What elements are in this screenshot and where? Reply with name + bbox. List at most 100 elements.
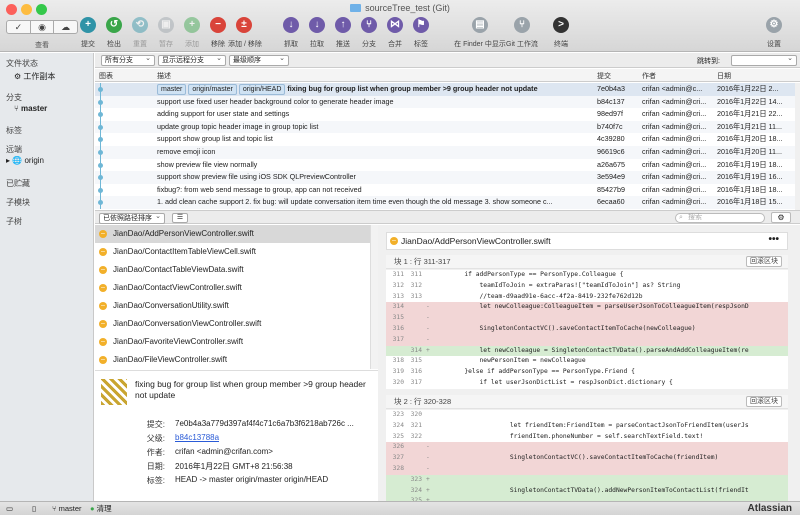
file-item[interactable]: – JianDao/ContactItemTableViewCell.swift — [95, 243, 370, 261]
fetch-icon: ↓ — [283, 17, 299, 33]
diff-line: 317 - — [386, 334, 788, 346]
toolbar-button-terminal[interactable]: > 终端 — [545, 17, 577, 49]
column-header-author[interactable]: 作者 — [642, 71, 656, 81]
file-item[interactable]: – JianDao/ContactTableViewData.swift — [95, 261, 370, 279]
sidebar-header-tags[interactable]: 标签 — [6, 125, 22, 136]
file-item[interactable]: – JianDao/FileViewController.swift — [95, 351, 370, 369]
status-bar: ▭ ▯ ⑂ master ● 清理 Atlassian — [0, 501, 800, 515]
author-avatar — [101, 379, 127, 405]
new-line-number: 312 — [410, 281, 422, 289]
commit-row[interactable]: remove emoji icon 96619c6 crifan <admin@cr… — [95, 146, 795, 159]
jump-to-dropdown[interactable] — [731, 54, 797, 66]
working-copy-icon: ⚙ — [14, 72, 24, 81]
view-option-status[interactable]: ◉ — [31, 21, 55, 33]
code-text: SingletonContactVC().saveContactItemToCa… — [434, 325, 696, 332]
sidebar-header-file-status[interactable]: 文件状态 — [6, 58, 38, 69]
modified-file-icon: – — [99, 338, 107, 346]
diff-line: 313 313 //team-d9aad91e-6acc-4f2a-8419-23… — [386, 291, 788, 303]
remote-filter-dropdown[interactable]: 显示远程分支 — [158, 54, 226, 66]
diff-line: 323 + — [386, 474, 788, 486]
commit-row[interactable]: adding support for user state and settin… — [95, 108, 795, 121]
commit-row[interactable]: update group topic header image in group… — [95, 120, 795, 134]
sidebar-header-stashes[interactable]: 已贮藏 — [6, 178, 30, 189]
more-options-button[interactable]: ••• — [768, 232, 779, 248]
diff-marker: - — [426, 443, 430, 451]
parent-hash-link[interactable]: b84c13788a — [175, 433, 219, 442]
code-text: if addPersonType == PersonType.Colleague… — [434, 271, 624, 278]
commit-description: master origin/master origin/HEAD fixing bug… — [157, 83, 589, 96]
folder-icon — [350, 4, 362, 12]
file-item[interactable]: – JianDao/FavoriteViewController.swift — [95, 333, 370, 351]
commit-row[interactable]: show preview file view normally a26a675 cr… — [95, 158, 795, 172]
column-header-graph[interactable]: 图表 — [99, 71, 113, 81]
commit-list-scrollbar[interactable] — [795, 83, 800, 210]
commit-list: master origin/master origin/HEAD fixing bug… — [95, 83, 795, 210]
sidebar-item-master[interactable]: ⑂ master — [14, 104, 47, 113]
toolbar-button-finder[interactable]: ▤ 在 Finder 中显示 — [454, 17, 506, 49]
code-text: let friendItem:FriendItem = parseContact… — [434, 421, 749, 429]
sidebar-header-submodules[interactable]: 子模块 — [6, 197, 30, 208]
sidebar-header-remotes[interactable]: 远端 — [6, 144, 22, 155]
order-dropdown[interactable]: 最级顺序 — [229, 54, 289, 66]
commit-row[interactable]: fixbug?: from web send message to group,… — [95, 183, 795, 197]
sidebar-header-branches[interactable]: 分支 — [6, 92, 22, 103]
file-item[interactable]: – JianDao/ContactViewController.swift — [95, 279, 370, 297]
toolbar-button-settings[interactable]: ⚙ 设置 — [758, 17, 790, 49]
modified-file-icon: – — [99, 248, 107, 256]
toolbar-button-git-flow[interactable]: ⑂ Git 工作流 — [506, 17, 538, 49]
commit-date: 2016年1月21日 22... — [717, 109, 783, 119]
discard-hunk-1-button[interactable]: 回滚区块 — [746, 256, 782, 267]
ref-label[interactable]: origin/master — [188, 84, 237, 95]
column-header-commit[interactable]: 提交 — [597, 71, 611, 81]
sourcetree-window: sourceTree_test (Git) ✓ ◉ ☁ 查看 + 提交 ↺ 检出 ⟲ 重置… — [0, 0, 800, 515]
column-header-date[interactable]: 日期 — [717, 71, 731, 81]
view-segmented-control[interactable]: ✓ ◉ ☁ — [6, 20, 78, 34]
commit-hash: 7e0b4a3a779d397af4f4c71c6a7b3f6218ab726c… — [175, 419, 354, 428]
commit-description: remove emoji icon — [157, 146, 589, 159]
diff-marker: + — [426, 346, 430, 354]
file-list-scrollbar[interactable] — [370, 225, 378, 369]
ref-label[interactable]: master — [157, 84, 187, 95]
file-search-input[interactable]: ⌕ 搜索 — [675, 213, 765, 223]
commit-message: fixing bug for group list when group mem… — [135, 379, 366, 400]
trash-icon[interactable]: ▯ — [32, 502, 36, 515]
sort-dropdown[interactable]: 已依照路径排序 — [99, 212, 165, 224]
sidebar: 文件状态 ⚙ 工作副本 分支 ⑂ master 标签 远端 ▸ 🌐 origin… — [0, 53, 94, 501]
branch-filter-dropdown[interactable]: 所有分支 — [101, 54, 155, 66]
commit-description: show preview file view normally — [157, 159, 589, 172]
commit-graph-cell — [95, 95, 153, 109]
commit-row[interactable]: support use fixed user header background… — [95, 95, 795, 109]
old-line-number: 313 — [392, 292, 404, 300]
list-view-toggle[interactable]: ☰ — [172, 213, 188, 223]
sidebar-item-working-copy[interactable]: ⚙ 工作副本 — [14, 71, 55, 82]
code-text: teamIdToJoin = extraParas!["teamIdToJoin… — [434, 281, 681, 289]
commit-hash: b84c137 — [597, 96, 625, 106]
code-text: //team-d9aad91e-6acc-4f2a-8419-232fe762d… — [434, 292, 643, 300]
commit-row[interactable]: master origin/master origin/HEAD fixing bug… — [95, 83, 795, 96]
commit-row[interactable]: 1. add clean cache support 2. fix bug: w… — [95, 196, 795, 209]
commit-hash: 4c39280 — [597, 134, 625, 144]
sidebar-item-origin[interactable]: ▸ 🌐 origin — [6, 156, 44, 165]
column-header-description[interactable]: 描述 — [157, 71, 171, 81]
file-item[interactable]: – JianDao/AddPersonViewController.swift — [95, 225, 370, 243]
sidebar-header-subtrees[interactable]: 子树 — [6, 216, 22, 227]
diff-line: 318 315 newPersonItem = newColleague — [386, 356, 788, 368]
view-option-history[interactable]: ✓ — [7, 21, 31, 33]
file-path: JianDao/ContactViewController.swift — [113, 283, 242, 292]
discard-hunk-2-button[interactable]: 回滚区块 — [746, 396, 782, 407]
commit-row[interactable]: support show preview file using iOS SDK … — [95, 171, 795, 184]
diff-pane: – JianDao/AddPersonViewController.swift … — [378, 225, 800, 501]
file-item[interactable]: – JianDao/ConversationUtility.swift — [95, 297, 370, 315]
toolbar-button-add-remove[interactable]: ± 添加 / 移除 — [228, 17, 262, 49]
ref-label[interactable]: origin/HEAD — [238, 84, 286, 95]
status-branch[interactable]: ⑂ master — [52, 502, 82, 515]
author-value: crifan <admin@crifan.com> — [175, 447, 273, 456]
settings-dropdown-button[interactable]: ⚙ — [771, 212, 791, 223]
sidebar-toggle-icon[interactable]: ▭ — [6, 502, 13, 515]
commit-graph-cell — [95, 83, 153, 96]
commit-message-text: fixing bug for group list when group mem… — [287, 84, 538, 93]
commit-row[interactable]: support show group list and topic list 4c… — [95, 133, 795, 146]
toolbar-button-tag[interactable]: ⚑ 标签 — [405, 17, 437, 49]
file-item[interactable]: – JianDao/ConversationViewController.swif… — [95, 315, 370, 333]
commit-node-icon — [98, 187, 103, 193]
